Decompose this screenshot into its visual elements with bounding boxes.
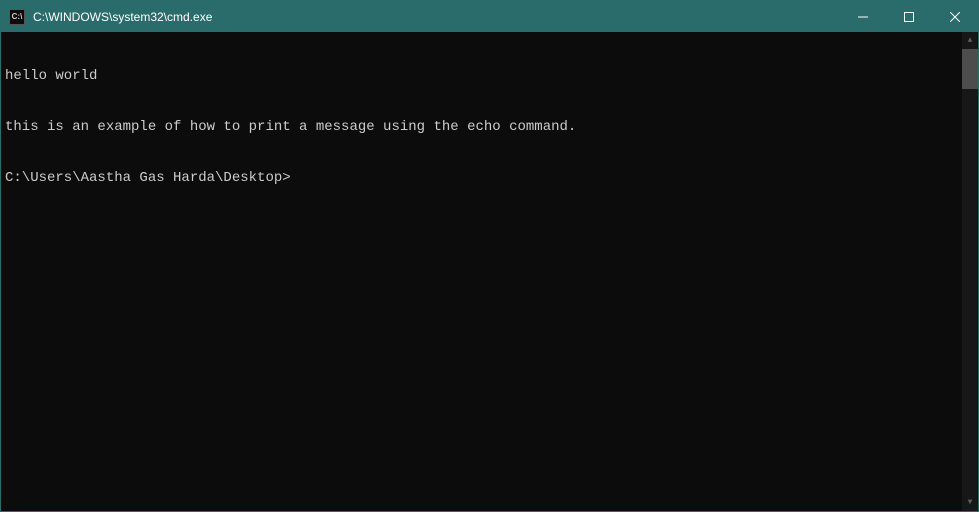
minimize-icon: [858, 12, 868, 22]
close-button[interactable]: [932, 1, 978, 32]
maximize-icon: [904, 12, 914, 22]
maximize-button[interactable]: [886, 1, 932, 32]
titlebar[interactable]: C:\ C:\WINDOWS\system32\cmd.exe: [1, 1, 978, 32]
terminal-area[interactable]: hello world this is an example of how to…: [1, 32, 978, 511]
scroll-up-arrow-icon[interactable]: ▲: [962, 32, 978, 49]
scroll-thumb[interactable]: [962, 49, 978, 89]
terminal-output[interactable]: hello world this is an example of how to…: [1, 32, 962, 511]
scroll-down-arrow-icon[interactable]: ▼: [962, 494, 978, 511]
minimize-button[interactable]: [840, 1, 886, 32]
terminal-line: this is an example of how to print a mes…: [5, 119, 958, 136]
window-title: C:\WINDOWS\system32\cmd.exe: [33, 10, 840, 24]
cmd-window: C:\ C:\WINDOWS\system32\cmd.exe hello wo…: [0, 0, 979, 512]
terminal-prompt: C:\Users\Aastha Gas Harda\Desktop>: [5, 170, 958, 187]
cmd-icon: C:\: [9, 9, 25, 25]
terminal-line: hello world: [5, 68, 958, 85]
vertical-scrollbar[interactable]: ▲ ▼: [962, 32, 978, 511]
close-icon: [950, 12, 960, 22]
window-controls: [840, 1, 978, 32]
